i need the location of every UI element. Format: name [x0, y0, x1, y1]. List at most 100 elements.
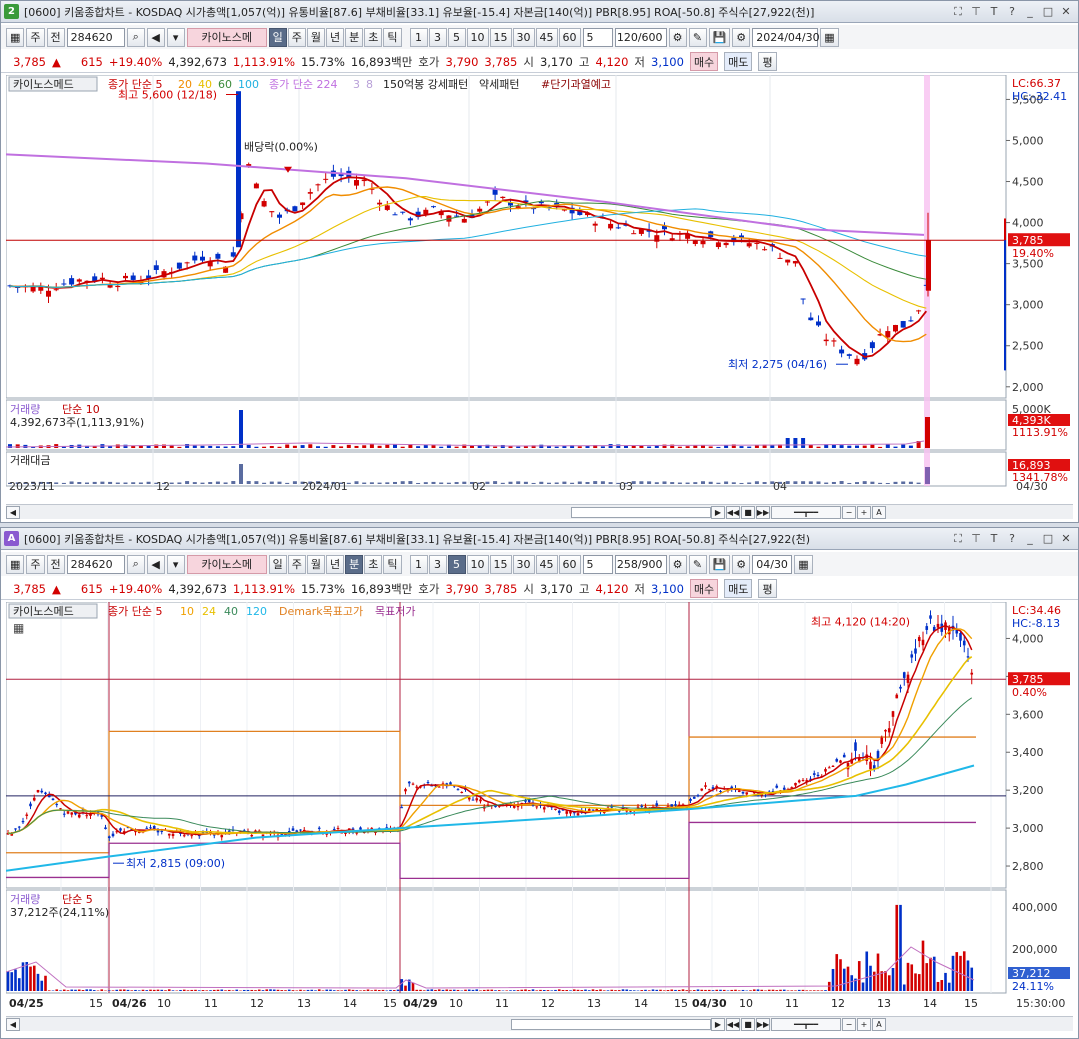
scroll-left-icon[interactable]: ◀	[6, 1017, 20, 1031]
sell-button[interactable]: 매도	[724, 579, 753, 598]
stop-icon[interactable]: ■	[741, 1017, 755, 1031]
play-back-icon[interactable]: ◀◀	[726, 1017, 740, 1031]
zoom-slider[interactable]: ━━┳━━	[771, 505, 841, 519]
interval-button-5[interactable]: 5	[447, 27, 466, 47]
minimize-icon[interactable]: _	[1022, 4, 1038, 20]
stock-type-select[interactable]: 주	[26, 27, 45, 47]
play-fwd-icon[interactable]: ▶▶	[756, 505, 770, 519]
period-tab-년[interactable]: 년	[326, 27, 345, 47]
interval-button-15[interactable]: 15	[489, 27, 512, 47]
minute-chart-area[interactable]: 4,0003,8003,6003,4003,2003,0002,800LC:34…	[5, 601, 1073, 1012]
calendar-icon[interactable]: ▦	[794, 554, 813, 574]
close-icon[interactable]: ✕	[1058, 4, 1074, 20]
period-tab-주[interactable]: 주	[287, 554, 306, 574]
interval-button-30[interactable]: 30	[512, 554, 535, 574]
zoom-slider[interactable]: ━━┳━━	[771, 1017, 841, 1031]
range-input[interactable]: 258/900	[614, 554, 667, 574]
date-input[interactable]: 2024/04/30	[752, 27, 820, 47]
interval-button-45[interactable]: 45	[535, 554, 558, 574]
interval-button-30[interactable]: 30	[512, 27, 535, 47]
sound-icon[interactable]: ◀	[146, 554, 165, 574]
even-button[interactable]: 평	[758, 52, 777, 71]
interval-button-60[interactable]: 60	[558, 27, 581, 47]
maximize-icon[interactable]: □	[1040, 531, 1056, 547]
font-icon[interactable]: A	[872, 505, 886, 519]
text-icon[interactable]: T	[986, 4, 1002, 20]
period-tab-월[interactable]: 월	[306, 27, 326, 47]
close-icon[interactable]: ✕	[1058, 531, 1074, 547]
play-fwd-icon[interactable]: ▶▶	[756, 1017, 770, 1031]
interval-button-10[interactable]: 10	[466, 27, 489, 47]
sound-icon[interactable]: ◀	[146, 27, 165, 47]
interval-button-5[interactable]: 5	[447, 554, 466, 574]
interval-button-1[interactable]: 1	[409, 27, 428, 47]
period-tab-일[interactable]: 일	[268, 27, 287, 47]
even-button[interactable]: 평	[758, 579, 777, 598]
save-icon[interactable]: 💾	[708, 27, 731, 47]
daily-chart-area[interactable]: 5,500 5,000 4,500 4,000 3,500 3,000 2,500 2,000…	[5, 74, 1075, 493]
period-tab-일[interactable]: 일	[268, 554, 287, 574]
zoom-out-icon[interactable]: −	[842, 1017, 856, 1031]
grid-icon[interactable]: ▦	[6, 27, 25, 47]
pin-icon[interactable]: ⊤	[968, 531, 984, 547]
period-tab-틱[interactable]: 틱	[383, 554, 402, 574]
interval-button-60[interactable]: 60	[558, 554, 581, 574]
dropdown-icon[interactable]: ▾	[166, 554, 185, 574]
interval-button-45[interactable]: 45	[535, 27, 558, 47]
zoom-in-icon[interactable]: +	[857, 1017, 871, 1031]
stock-type-select[interactable]: 주	[26, 554, 45, 574]
scroll-right-icon[interactable]: ▶	[711, 505, 725, 519]
scroll-thumb[interactable]	[511, 1019, 711, 1030]
buy-button[interactable]: 매수	[689, 579, 719, 598]
stock-code-input[interactable]: 284620	[66, 554, 125, 574]
grid-icon[interactable]: ▦	[6, 554, 25, 574]
market-select[interactable]: 전	[46, 27, 65, 47]
zoom-in-icon[interactable]: +	[857, 505, 871, 519]
sell-button[interactable]: 매도	[724, 52, 753, 71]
help-icon[interactable]: ?	[1004, 531, 1020, 547]
period-tab-초[interactable]: 초	[364, 554, 383, 574]
zoom-out-icon[interactable]: −	[842, 505, 856, 519]
count-input[interactable]: 5	[582, 554, 613, 574]
link-icon[interactable]: ⛶	[950, 531, 966, 547]
tools-icon[interactable]: ⚙	[668, 554, 687, 574]
minimize-icon[interactable]: _	[1022, 531, 1038, 547]
draw-icon[interactable]: ✎	[688, 554, 707, 574]
range-input[interactable]: 120/600	[614, 27, 667, 47]
settings-icon[interactable]: ⚙	[732, 554, 751, 574]
stock-name[interactable]: 카이노스메	[186, 27, 267, 47]
maximize-icon[interactable]: □	[1040, 4, 1056, 20]
interval-button-1[interactable]: 1	[409, 554, 428, 574]
stop-icon[interactable]: ■	[741, 505, 755, 519]
calendar-icon[interactable]: ▦	[820, 27, 839, 47]
draw-icon[interactable]: ✎	[688, 27, 707, 47]
interval-button-3[interactable]: 3	[428, 554, 447, 574]
period-tab-월[interactable]: 월	[306, 554, 326, 574]
period-tab-분[interactable]: 분	[345, 27, 364, 47]
interval-button-10[interactable]: 10	[466, 554, 489, 574]
link-icon[interactable]: ⛶	[950, 4, 966, 20]
interval-button-3[interactable]: 3	[428, 27, 447, 47]
period-tab-주[interactable]: 주	[287, 27, 306, 47]
tools-icon[interactable]: ⚙	[668, 27, 687, 47]
scroll-right-icon[interactable]: ▶	[711, 1017, 725, 1031]
buy-button[interactable]: 매수	[689, 52, 719, 71]
search-icon[interactable]: ⌕	[126, 27, 145, 47]
text-icon[interactable]: T	[986, 531, 1002, 547]
search-icon[interactable]: ⌕	[126, 554, 145, 574]
play-back-icon[interactable]: ◀◀	[726, 505, 740, 519]
daily-chart-svg[interactable]: 5,5005,0004,5004,0003,5003,0002,5002,000…	[5, 74, 1075, 493]
count-input[interactable]: 5	[582, 27, 613, 47]
dropdown-icon[interactable]: ▾	[166, 27, 185, 47]
stock-name[interactable]: 카이노스메	[186, 554, 267, 574]
scroll-left-icon[interactable]: ◀	[6, 505, 20, 519]
period-tab-초[interactable]: 초	[364, 27, 383, 47]
market-select[interactable]: 전	[46, 554, 65, 574]
date-input[interactable]: 04/30	[752, 554, 793, 574]
settings-icon[interactable]: ⚙	[732, 27, 751, 47]
period-tab-년[interactable]: 년	[326, 554, 345, 574]
interval-button-15[interactable]: 15	[489, 554, 512, 574]
scroll-thumb[interactable]	[571, 507, 711, 518]
stock-code-input[interactable]: 284620	[66, 27, 125, 47]
period-tab-틱[interactable]: 틱	[383, 27, 402, 47]
